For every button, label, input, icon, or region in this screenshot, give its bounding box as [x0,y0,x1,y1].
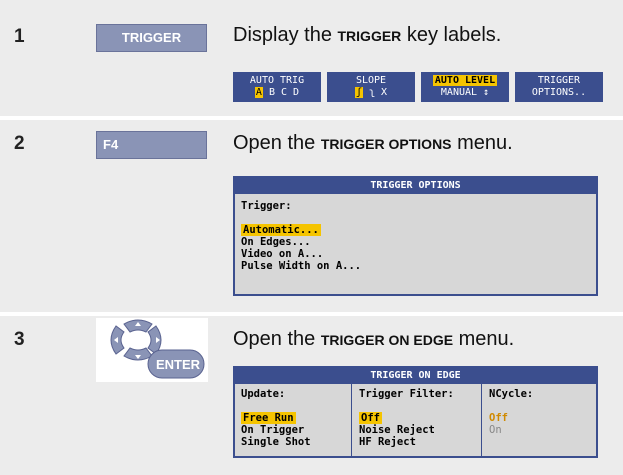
enter-key-label[interactable]: ENTER [156,357,200,372]
trigger-options-menu: TRIGGER OPTIONS Trigger: Automatic... On… [233,176,598,296]
trigger-filter-column: Trigger Filter: Off Noise Reject HF Reje… [359,388,454,448]
option-noise-reject[interactable]: Noise Reject [359,424,454,436]
trigger-key-label: TRIGGER [121,30,182,45]
column-divider [481,384,482,456]
softkey-trigger-options[interactable]: TRIGGER OPTIONS.. [515,72,603,102]
step-title-bold: TRIGGER [337,28,402,44]
step-title-bold: TRIGGER ON EDGE [320,332,454,348]
option-filter-off[interactable]: Off [359,412,454,424]
option-ncycle-off[interactable]: Off [489,412,533,424]
option-on-trigger[interactable]: On Trigger [241,424,311,436]
update-label: Update: [241,388,286,400]
ncycle-column: NCycle: Off On [489,388,533,436]
menu-item-pulse-width[interactable]: Pulse Width on A... [241,260,361,272]
f4-key[interactable]: F4 [96,131,207,159]
column-divider [351,384,352,456]
step-number: 2 [14,133,25,154]
f4-key-label: F4 [103,137,119,152]
step-row-2: 2 F4 Open the TRIGGER OPTIONS menu. TRIG… [0,120,623,312]
option-ncycle-on[interactable]: On [489,424,533,436]
trigger-label: Trigger: [241,200,292,212]
step-number: 3 [14,329,25,350]
softkey-bar: AUTO TRIG A B C D SLOPE ʃ ʅ X AUTO LEVEL… [233,72,603,102]
softkey-auto-trig[interactable]: AUTO TRIG A B C D [233,72,321,102]
trigger-on-edge-menu: TRIGGER ON EDGE Update: Free Run On Trig… [233,366,598,458]
option-hf-reject[interactable]: HF Reject [359,436,454,448]
trigger-options-list: Automatic... On Edges... Video on A... P… [241,224,361,272]
step-title: Open the TRIGGER OPTIONS menu. [233,132,513,154]
menu-item-automatic[interactable]: Automatic... [241,224,361,236]
menu-item-video[interactable]: Video on A... [241,248,361,260]
step-row-1: 1 TRIGGER Display the TRIGGER key labels… [0,0,623,116]
trigger-filter-label: Trigger Filter: [359,388,454,400]
step-title: Display the TRIGGER key labels. [233,24,502,46]
arrow-keys-icon[interactable] [96,318,208,382]
menu-header: TRIGGER ON EDGE [235,368,596,384]
softkey-auto-level[interactable]: AUTO LEVEL MANUAL ↕ [421,72,509,102]
softkey-slope[interactable]: SLOPE ʃ ʅ X [327,72,415,102]
menu-header: TRIGGER OPTIONS [235,178,596,194]
update-column: Update: Free Run On Trigger Single Shot [241,388,311,448]
step-title: Open the TRIGGER ON EDGE menu. [233,328,515,350]
step-title-bold: TRIGGER OPTIONS [320,136,452,152]
option-free-run[interactable]: Free Run [241,412,311,424]
nav-pad: ENTER [96,318,208,382]
option-single-shot[interactable]: Single Shot [241,436,311,448]
ncycle-label: NCycle: [489,388,534,400]
step-row-3: 3 ENTER Open the TRIGGER ON EDGE menu. T… [0,316,623,475]
trigger-key[interactable]: TRIGGER [96,24,207,52]
step-number: 1 [14,26,25,47]
menu-item-on-edges[interactable]: On Edges... [241,236,361,248]
